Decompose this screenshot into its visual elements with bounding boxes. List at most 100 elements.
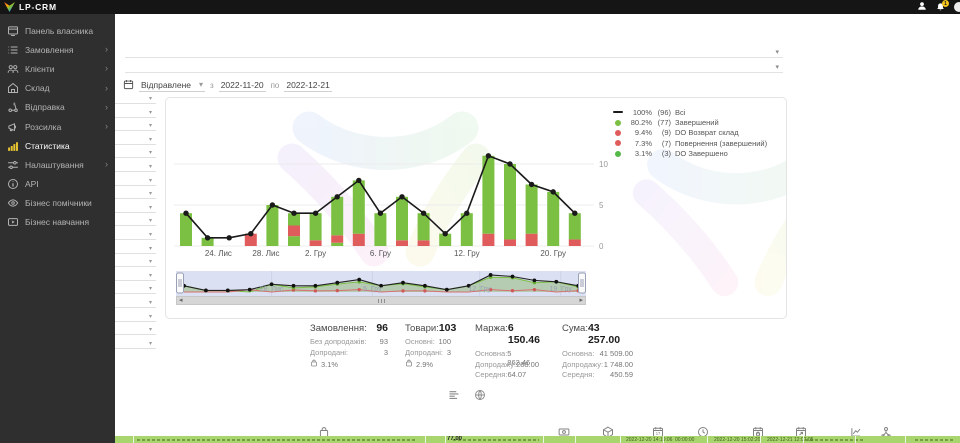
date-to-input[interactable]: 2022-12-21	[284, 79, 331, 92]
chevron-right-icon: ›	[105, 103, 108, 112]
notifications-button[interactable]: 1	[936, 2, 945, 12]
sidebar-item-orders[interactable]: Замовлення ›	[0, 40, 115, 59]
api-icon	[7, 178, 19, 190]
status-filter-select[interactable]: Відправлене▾	[139, 79, 205, 92]
stat-value: 103	[439, 322, 457, 334]
left-filter-select-10[interactable]: ▾	[115, 213, 156, 226]
svg-text:12. Гру: 12. Гру	[468, 286, 491, 293]
left-filter-select-15[interactable]: ▾	[115, 281, 156, 294]
sidebar-item-label: Замовлення	[25, 45, 73, 55]
sidebar-item-label: Склад	[25, 83, 50, 93]
globe-icon[interactable]	[474, 388, 486, 406]
left-filter-select-7[interactable]: ▾	[115, 173, 156, 186]
sidebar-item-clients[interactable]: Клієнти›	[0, 59, 115, 78]
training-icon	[7, 216, 19, 228]
sidebar-item-label: Відправка	[25, 102, 65, 112]
date-from-input[interactable]: 2022-11-20	[219, 79, 266, 92]
orders-icon	[7, 44, 19, 56]
left-filter-select-4[interactable]: ▾	[115, 132, 156, 145]
left-filter-select-12[interactable]: ▾	[115, 241, 156, 254]
statistics-chart-card: 100%(96)Всі80.2%(77)Завершений9.4%(9)DO …	[165, 97, 787, 319]
left-filter-select-6[interactable]: ▾	[115, 159, 156, 172]
left-filter-select-19[interactable]: ▾	[115, 336, 156, 349]
sidebar-item-helpers[interactable]: Бізнес помічники	[0, 194, 115, 213]
sidebar-item-label: API	[25, 179, 39, 189]
left-filter-select-2[interactable]: ▾	[115, 105, 156, 118]
upsell-icon	[405, 359, 413, 369]
left-filter-select-11[interactable]: ▾	[115, 227, 156, 240]
table-row-highlighted[interactable]: 77.002022-12-20 14:19:0600:00:002022-12-…	[115, 436, 960, 443]
sidebar-item-warehouse[interactable]: Склад ›	[0, 79, 115, 98]
date-from-label: з	[210, 81, 214, 90]
svg-text:28. Лис: 28. Лис	[260, 286, 284, 293]
topbar: LP-CRM 1	[0, 0, 960, 14]
notification-badge: 1	[942, 0, 949, 7]
left-filter-select-14[interactable]: ▾	[115, 268, 156, 281]
mailing-icon	[7, 121, 19, 133]
left-filter-select-3[interactable]: ▾	[115, 118, 156, 131]
left-filter-select-18[interactable]: ▾	[115, 322, 156, 335]
stat-subrow: Основна:5 862.46	[475, 349, 524, 360]
brand-logo[interactable]: LP-CRM	[0, 2, 57, 12]
left-filter-select-17[interactable]: ▾	[115, 309, 156, 322]
upsell-percent: 2.9%	[405, 359, 451, 369]
sidebar-item-label: Розсилка	[25, 122, 61, 132]
sidebar-item-statistics[interactable]: Статистика	[0, 136, 115, 155]
stat-title: Товари:	[405, 323, 439, 334]
sidebar-item-label: Бізнес помічники	[25, 198, 92, 208]
chevron-right-icon: ›	[105, 84, 108, 93]
left-filter-select-1[interactable]: ▾	[115, 91, 156, 104]
svg-text:12. Гру: 12. Гру	[454, 249, 480, 258]
chart-minimap[interactable]: 28. Лис 5. Гру 12. Гру 19. Гру	[176, 271, 586, 296]
lp-crm-logo-icon	[4, 2, 15, 12]
svg-text:24. Лис: 24. Лис	[205, 249, 232, 258]
stat-subrow: Без допродажів:93	[310, 337, 388, 348]
warehouse-icon	[7, 82, 19, 94]
clients-icon	[7, 63, 19, 75]
stat-subrow: Допродані:3	[405, 348, 451, 359]
upsell-percent: 3.1%	[310, 359, 388, 369]
profile-icon[interactable]	[917, 0, 927, 16]
stat-subrow: Середня:64.07	[475, 370, 524, 381]
stat-subrow: Основні:100	[405, 337, 451, 348]
sidebar: Панель власника Замовлення › Клієнти› Склад ›…	[0, 14, 115, 443]
left-filter-select-9[interactable]: ▾	[115, 200, 156, 213]
row-cell: 2022-12-20 14:19:06	[626, 437, 672, 443]
svg-text:28. Лис: 28. Лис	[252, 249, 279, 258]
settings-icon	[7, 159, 19, 171]
stat-column: Маржа:6 150.46Основна:5 862.46Допродажу:…	[475, 322, 524, 381]
legend-item[interactable]: 100%(96)Всі	[612, 107, 767, 117]
sidebar-item-label: Бізнес навчання	[25, 217, 89, 227]
chevron-right-icon: ›	[105, 160, 108, 169]
sidebar-item-mailing[interactable]: Розсилка›	[0, 117, 115, 136]
chevron-right-icon: ›	[105, 45, 108, 54]
list-stats-icon[interactable]	[448, 388, 460, 406]
filter-select-1[interactable]: ▾	[125, 44, 783, 58]
sidebar-item-dashboard[interactable]: Панель власника	[0, 21, 115, 40]
legend-item[interactable]: 9.4%(9)DO Возврат склад	[612, 128, 767, 138]
stat-subrow: Основна:41 509.00	[562, 349, 633, 360]
stat-subrow: Середня:450.59	[562, 370, 633, 381]
left-filter-select-8[interactable]: ▾	[115, 186, 156, 199]
svg-text:2. Гру: 2. Гру	[305, 249, 326, 258]
left-filter-select-16[interactable]: ▾	[115, 295, 156, 308]
avatar[interactable]	[954, 2, 960, 12]
legend-item[interactable]: 7.3%(7)Повернення (завершений)	[612, 138, 767, 148]
left-filter-select-5[interactable]: ▾	[115, 145, 156, 158]
legend-item[interactable]: 80.2%(77)Завершений	[612, 117, 767, 127]
chart-legend: 100%(96)Всі80.2%(77)Завершений9.4%(9)DO …	[612, 107, 767, 159]
sidebar-item-settings[interactable]: Налаштування ›	[0, 155, 115, 174]
sidebar-item-shipping[interactable]: Відправка ›	[0, 98, 115, 117]
left-filter-select-13[interactable]: ▾	[115, 254, 156, 267]
row-cell: 2022-12-21 12:07:05	[767, 437, 813, 443]
svg-text:19. Гру: 19. Гру	[549, 286, 572, 293]
svg-text:6. Гру: 6. Гру	[370, 249, 391, 258]
sidebar-item-training[interactable]: Бізнес навчання	[0, 213, 115, 232]
sidebar-item-label: Налаштування	[25, 160, 84, 170]
svg-text:5. Гру: 5. Гру	[363, 286, 382, 293]
stat-subrow: Допродажу:1 748.00	[562, 360, 633, 371]
filter-select-2[interactable]: ▾	[125, 59, 783, 73]
sidebar-item-api[interactable]: API	[0, 175, 115, 194]
legend-item[interactable]: 3.1%(3)DO Завершено	[612, 149, 767, 159]
stat-title: Замовлення:	[310, 323, 367, 334]
